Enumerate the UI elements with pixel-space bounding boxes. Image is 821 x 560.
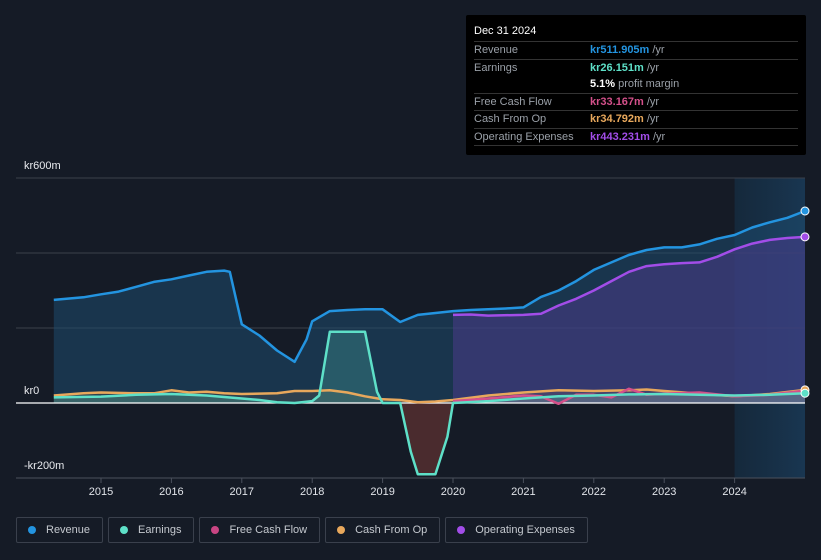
operating-expenses-end-marker xyxy=(800,232,810,242)
tooltip-value: kr443.231m xyxy=(590,130,650,143)
earnings-end-marker xyxy=(800,388,810,398)
legend-item-revenue[interactable]: Revenue xyxy=(16,517,104,543)
tooltip-label: Free Cash Flow xyxy=(474,95,552,108)
legend-dot-icon xyxy=(211,526,220,534)
x-tick-label: 2017 xyxy=(230,486,254,498)
tooltip-unit: /yr xyxy=(652,44,665,57)
x-tick-label: 2016 xyxy=(159,486,183,498)
legend-item-operating-expenses[interactable]: Operating Expenses xyxy=(445,517,588,543)
legend-label: Earnings xyxy=(138,524,182,536)
legend-dot-icon xyxy=(337,526,346,534)
legend-label: Free Cash Flow xyxy=(229,524,308,536)
tooltip-label: Cash From Op xyxy=(474,113,547,126)
legend-label: Operating Expenses xyxy=(475,524,575,536)
tooltip-label: Operating Expenses xyxy=(474,130,574,143)
x-tick-label: 2024 xyxy=(722,486,746,498)
y-tick-label: kr600m xyxy=(24,160,61,172)
tooltip-row: Earnings kr26.151m/yr xyxy=(474,60,798,77)
tooltip-row: Operating Expenses kr443.231m/yr xyxy=(474,129,798,146)
x-tick-label: 2015 xyxy=(89,486,113,498)
x-tick-label: 2023 xyxy=(652,486,676,498)
x-tick-label: 2018 xyxy=(300,486,324,498)
tooltip-value: kr34.792m xyxy=(590,113,644,126)
x-tick-label: 2020 xyxy=(441,486,465,498)
tooltip-unit: profit margin xyxy=(618,78,680,91)
tooltip-date: Dec 31 2024 xyxy=(474,23,798,42)
x-tick-label: 2022 xyxy=(582,486,606,498)
legend-dot-icon xyxy=(120,526,129,534)
legend-label: Revenue xyxy=(46,524,91,536)
legend: Revenue Earnings Free Cash Flow Cash From O… xyxy=(16,517,588,543)
tooltip-panel: Dec 31 2024 Revenue kr511.905m/yr Earnings… xyxy=(466,15,806,155)
tooltip-value: 5.1% xyxy=(590,78,616,91)
y-tick-label: kr0 xyxy=(24,385,40,397)
tooltip-label: Earnings xyxy=(474,61,518,74)
legend-dot-icon xyxy=(28,526,36,534)
revenue-end-marker xyxy=(800,206,810,216)
tooltip-unit: /yr xyxy=(652,130,666,143)
tooltip-row: Free Cash Flow kr33.167m/yr xyxy=(474,94,798,111)
tooltip-label: Revenue xyxy=(474,44,519,57)
tooltip-unit: /yr xyxy=(646,113,660,126)
tooltip-unit: /yr xyxy=(646,95,660,108)
x-tick-label: 2021 xyxy=(511,486,535,498)
legend-item-cash-from-op[interactable]: Cash From Op xyxy=(325,517,441,543)
earnings-negative-area xyxy=(53,403,806,475)
tooltip-row: 5.1% profit margin xyxy=(474,76,798,94)
legend-dot-icon xyxy=(457,526,466,534)
legend-label: Cash From Op xyxy=(355,524,428,536)
tooltip-value: kr26.151m xyxy=(590,61,644,74)
tooltip-value: kr511.905m xyxy=(590,44,650,57)
tooltip-value: kr33.167m xyxy=(590,95,644,108)
tooltip-unit: /yr xyxy=(646,61,660,74)
y-tick-label: -kr200m xyxy=(24,460,65,472)
legend-item-free-cash-flow[interactable]: Free Cash Flow xyxy=(199,517,321,543)
legend-item-earnings[interactable]: Earnings xyxy=(108,517,195,543)
tooltip-row: Revenue kr511.905m/yr xyxy=(474,42,798,60)
x-tick-label: 2019 xyxy=(370,486,394,498)
tooltip-row: Cash From Op kr34.792m/yr xyxy=(474,111,798,129)
